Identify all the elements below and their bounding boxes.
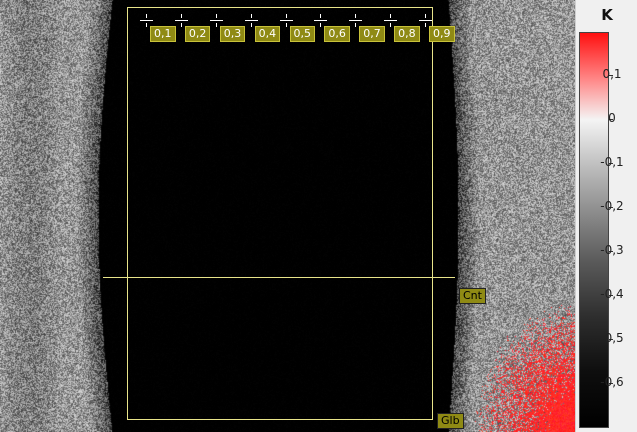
strain-map-image [0, 0, 575, 432]
colorbar-panel: K 0,1 0 -0,1 -0,2 -0,3 -0,4 -0,5 -0,6 [575, 0, 637, 432]
point-label-5: 0,5 [290, 26, 316, 42]
global-tag[interactable]: Glb [437, 413, 464, 429]
point-label-8: 0,8 [394, 26, 420, 42]
point-label-4: 0,4 [255, 26, 281, 42]
colorbar-gradient [579, 32, 609, 428]
point-label-6: 0,6 [324, 26, 350, 42]
center-line[interactable] [103, 277, 455, 278]
center-tag[interactable]: Cnt [459, 288, 486, 304]
colorbar-tick-label: -0,4 [590, 287, 634, 301]
colorbar-tick-label: 0,1 [590, 67, 634, 81]
colorbar-tick-label: -0,1 [590, 155, 634, 169]
point-label-7: 0,7 [359, 26, 385, 42]
colorbar-tick-label: 0 [590, 111, 634, 125]
point-label-1: 0,1 [150, 26, 176, 42]
image-viewport[interactable]: 0,1 0,2 0,3 0,4 0,5 0,6 0,7 0,8 0,9 Cnt Glb [0, 0, 575, 432]
colorbar-tick-label: -0,2 [590, 199, 634, 213]
colorbar-tick-label: -0,5 [590, 331, 634, 345]
point-label-3: 0,3 [220, 26, 246, 42]
point-label-2: 0,2 [185, 26, 211, 42]
colorbar-tick-label: -0,6 [590, 375, 634, 389]
colorbar-title: K [576, 6, 637, 24]
colorbar-tick-label: -0,3 [590, 243, 634, 257]
point-label-9: 0,9 [429, 26, 455, 42]
